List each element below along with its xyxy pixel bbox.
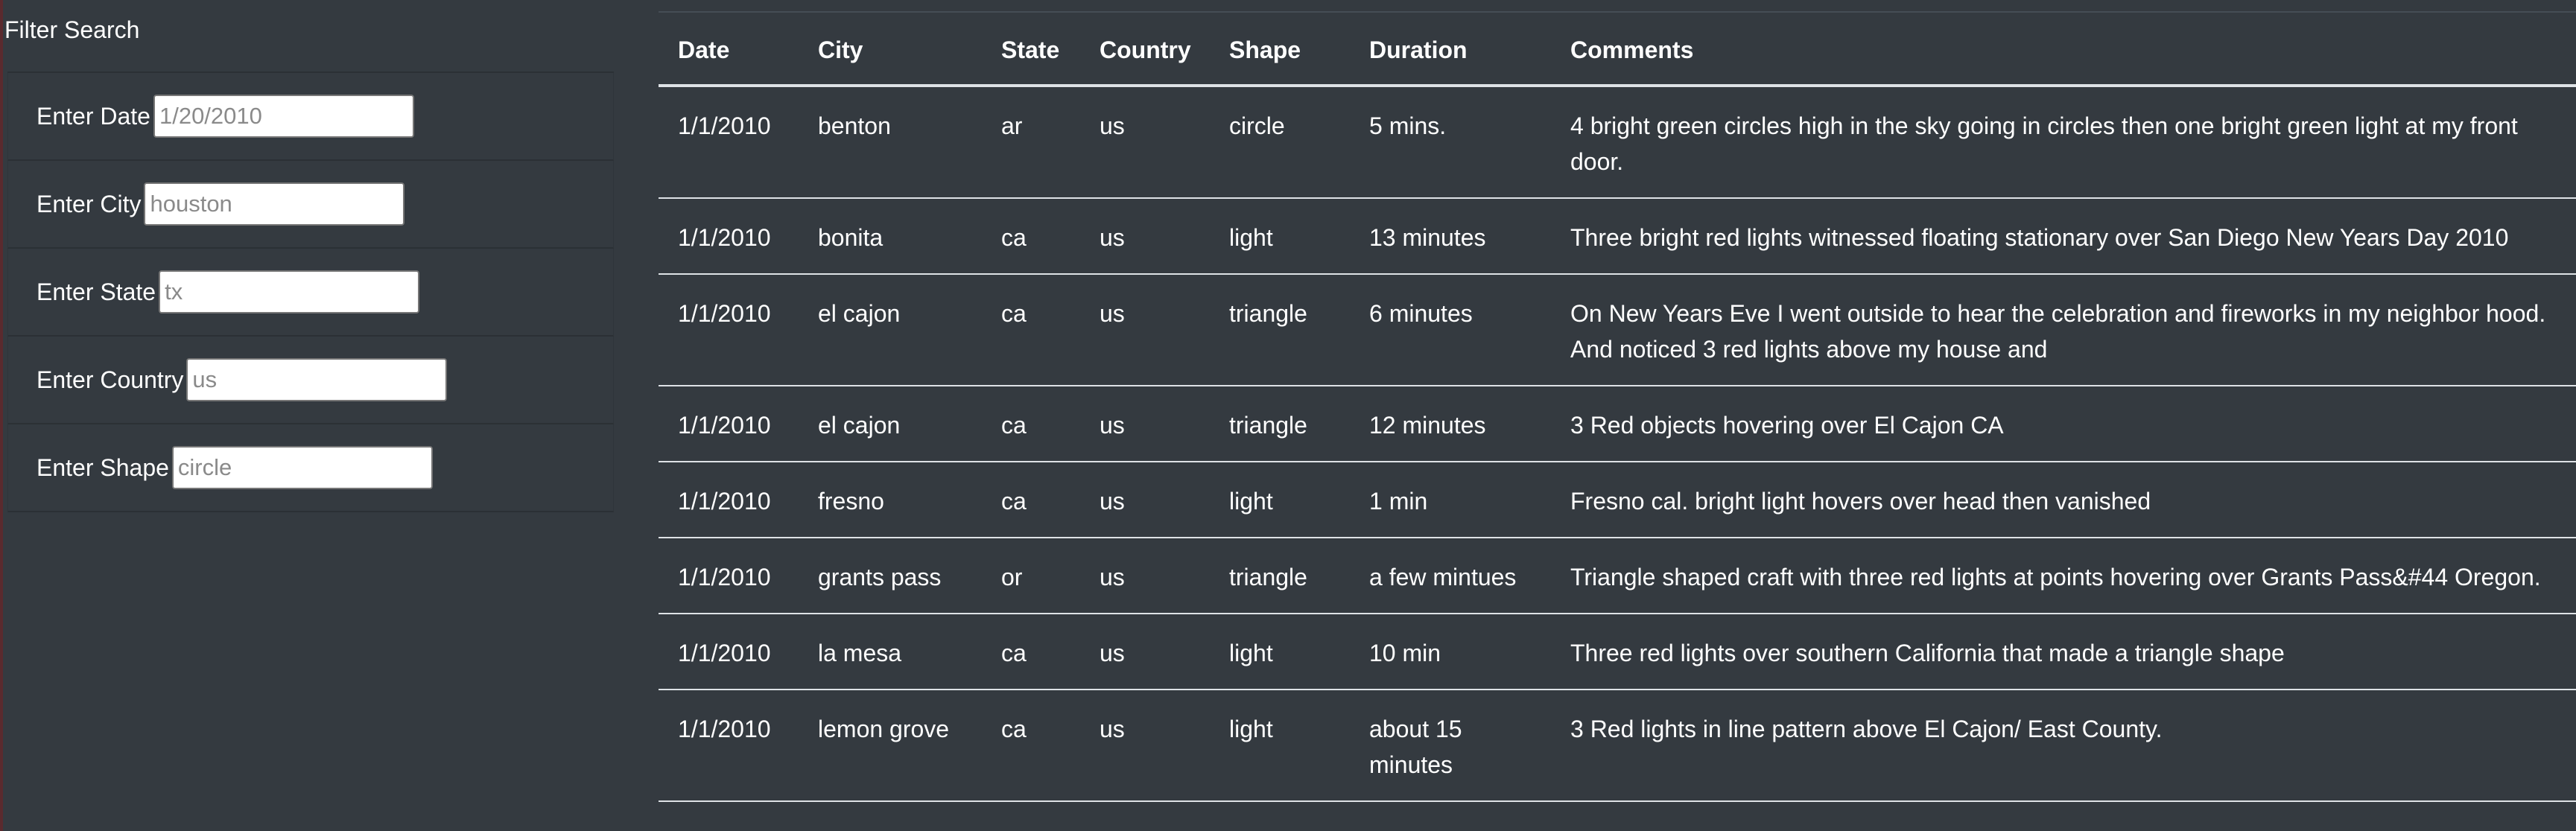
table-header: Date City State Country Shape Duration C… [659,12,2576,87]
city-input[interactable] [144,182,405,226]
cell-shape: triangle [1210,538,1350,614]
cell-country: us [1080,462,1210,538]
cell-date: 1/1/2010 [659,198,799,275]
table-body: 1/1/2010 benton ar us circle 5 mins. 4 bright … [659,86,2576,802]
table-row: 1/1/2010 grants pass or us triangle a few min… [659,538,2576,614]
cell-date: 1/1/2010 [659,538,799,614]
header-comments: Comments [1551,12,2576,87]
filter-item-date: Enter Date [7,73,614,161]
table-row: 1/1/2010 el cajon ca us triangle 6 minutes On … [659,274,2576,386]
header-row: Date City State Country Shape Duration C… [659,12,2576,87]
cell-shape: triangle [1210,274,1350,386]
cell-country: us [1080,274,1210,386]
table-row: 1/1/2010 lemon grove ca us light about 15 min… [659,690,2576,802]
cell-country: us [1080,690,1210,802]
header-city: City [799,12,982,87]
cell-country: us [1080,538,1210,614]
cell-shape: triangle [1210,386,1350,462]
cell-state: or [982,538,1080,614]
cell-duration: 6 minutes [1350,274,1551,386]
filter-item-country: Enter Country [7,337,614,424]
shape-input[interactable] [171,446,433,489]
cell-country: us [1080,86,1210,199]
cell-date: 1/1/2010 [659,614,799,690]
date-input[interactable] [153,95,414,138]
country-label: Enter Country [37,366,184,393]
filter-item-shape: Enter Shape [7,424,614,512]
cell-date: 1/1/2010 [659,86,799,199]
cell-comments: 4 bright green circles high in the sky g… [1551,86,2576,199]
cell-state: ar [982,86,1080,199]
cell-city: la mesa [799,614,982,690]
state-input[interactable] [159,270,420,313]
cell-date: 1/1/2010 [659,462,799,538]
cell-date: 1/1/2010 [659,690,799,802]
cell-country: us [1080,386,1210,462]
cell-comments: Fresno cal. bright light hovers over hea… [1551,462,2576,538]
filter-title: Filter Search [4,16,140,43]
cell-city: benton [799,86,982,199]
cell-shape: circle [1210,86,1350,199]
filter-item-city: Enter City [7,161,614,249]
header-shape: Shape [1210,12,1350,87]
cell-city: fresno [799,462,982,538]
cell-state: ca [982,690,1080,802]
cell-country: us [1080,198,1210,275]
cell-duration: 13 minutes [1350,198,1551,275]
header-date: Date [659,12,799,87]
cell-country: us [1080,614,1210,690]
city-label: Enter City [37,190,142,217]
cell-state: ca [982,198,1080,275]
cell-comments: 3 Red lights in line pattern above El Ca… [1551,690,2576,802]
cell-state: ca [982,386,1080,462]
date-label: Enter Date [37,102,150,130]
header-country: Country [1080,12,1210,87]
table-row: 1/1/2010 bonita ca us light 13 minutes Three b… [659,198,2576,275]
cell-state: ca [982,614,1080,690]
cell-shape: light [1210,614,1350,690]
cell-shape: light [1210,690,1350,802]
cell-date: 1/1/2010 [659,386,799,462]
ufo-table: Date City State Country Shape Duration C… [659,11,2576,802]
window-edge [0,0,3,831]
cell-city: el cajon [799,274,982,386]
cell-duration: 5 mins. [1350,86,1551,199]
shape-label: Enter Shape [37,453,169,481]
cell-city: el cajon [799,386,982,462]
cell-duration: 12 minutes [1350,386,1551,462]
cell-state: ca [982,462,1080,538]
cell-state: ca [982,274,1080,386]
filter-list: Enter Date Enter City Enter State Enter … [7,71,614,512]
table-row: 1/1/2010 fresno ca us light 1 min Fresno cal. … [659,462,2576,538]
cell-city: grants pass [799,538,982,614]
cell-comments: On New Years Eve I went outside to hear … [1551,274,2576,386]
table-row: 1/1/2010 la mesa ca us light 10 min Three red … [659,614,2576,690]
cell-shape: light [1210,462,1350,538]
cell-duration: 10 min [1350,614,1551,690]
header-state: State [982,12,1080,87]
cell-comments: Triangle shaped craft with three red lig… [1551,538,2576,614]
table-row: 1/1/2010 el cajon ca us triangle 12 minutes 3 … [659,386,2576,462]
cell-duration: about 15 minutes [1350,690,1551,802]
cell-city: lemon grove [799,690,982,802]
cell-date: 1/1/2010 [659,274,799,386]
cell-comments: Three red lights over southern Californi… [1551,614,2576,690]
header-duration: Duration [1350,12,1551,87]
filter-item-state: Enter State [7,249,614,337]
ufo-table-container: Date City State Country Shape Duration C… [659,11,2576,802]
cell-city: bonita [799,198,982,275]
cell-comments: Three bright red lights witnessed floati… [1551,198,2576,275]
cell-duration: 1 min [1350,462,1551,538]
cell-shape: light [1210,198,1350,275]
country-input[interactable] [186,358,448,401]
cell-comments: 3 Red objects hovering over El Cajon CA [1551,386,2576,462]
cell-duration: a few mintues [1350,538,1551,614]
state-label: Enter State [37,278,156,305]
table-row: 1/1/2010 benton ar us circle 5 mins. 4 bright … [659,86,2576,199]
